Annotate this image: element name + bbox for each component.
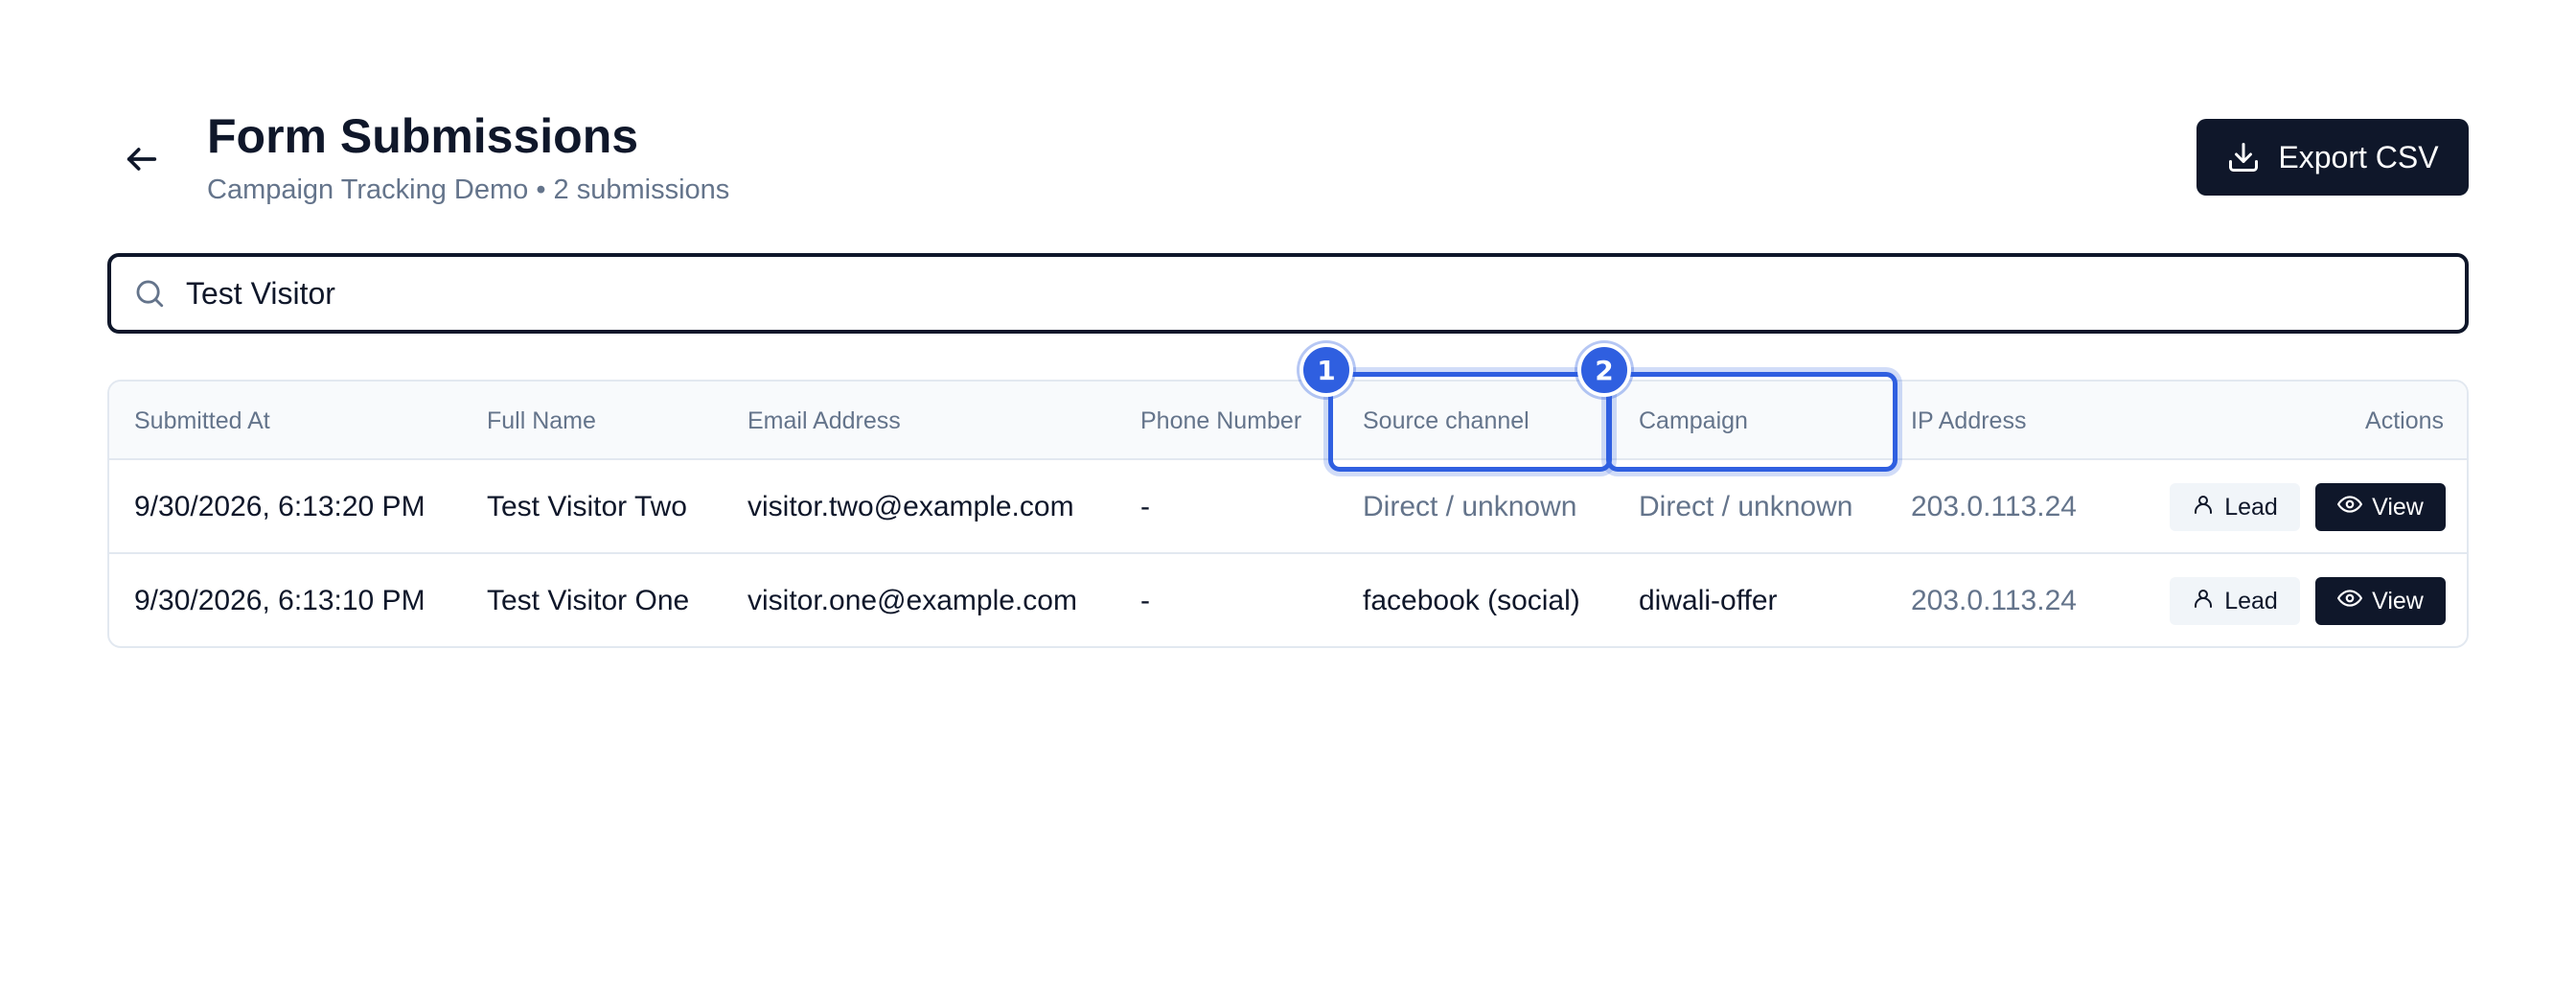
cell-ip-address: 203.0.113.24 — [1911, 585, 2077, 616]
form-submissions-page: Form Submissions Campaign Tracking Demo … — [0, 0, 2576, 997]
view-button-label: View — [2372, 493, 2424, 521]
cell-ip-address: 203.0.113.24 — [1911, 491, 2077, 522]
user-icon — [2192, 587, 2215, 616]
table-header: Submitted At Full Name Email Address Pho… — [109, 382, 2467, 460]
view-button[interactable]: View — [2315, 577, 2446, 625]
cell-submitted-at: 9/30/2026, 6:13:10 PM — [134, 585, 426, 616]
cell-submitted-at: 9/30/2026, 6:13:20 PM — [134, 491, 426, 522]
callout-badge-2: 2 — [1577, 343, 1631, 397]
submissions-table: Submitted At Full Name Email Address Pho… — [107, 380, 2469, 648]
back-button[interactable] — [115, 134, 169, 188]
column-header-submitted-at[interactable]: Submitted At — [134, 382, 270, 460]
eye-icon — [2337, 586, 2363, 617]
user-icon — [2192, 493, 2215, 522]
cell-full-name: Test Visitor Two — [487, 491, 687, 522]
view-button[interactable]: View — [2315, 483, 2446, 531]
eye-icon — [2337, 492, 2363, 523]
lead-button[interactable]: Lead — [2170, 577, 2300, 625]
download-icon — [2226, 140, 2261, 174]
cell-campaign: diwali-offer — [1639, 585, 1778, 616]
cell-source-channel: facebook (social) — [1363, 585, 1580, 616]
table-row: 9/30/2026, 6:13:20 PM Test Visitor Two v… — [109, 460, 2467, 554]
cell-full-name: Test Visitor One — [487, 585, 690, 616]
column-header-actions: Actions — [2365, 407, 2444, 434]
lead-button-label: Lead — [2224, 493, 2278, 521]
cell-campaign: Direct / unknown — [1639, 491, 1853, 522]
cell-email: visitor.two@example.com — [748, 491, 1074, 522]
source-channel-highlight — [1328, 372, 1612, 472]
cell-phone: - — [1140, 585, 1150, 616]
column-header-ip-address[interactable]: IP Address — [1911, 382, 2026, 460]
search-input[interactable] — [186, 265, 2390, 322]
column-header-full-name[interactable]: Full Name — [487, 382, 596, 460]
arrow-left-icon — [123, 140, 161, 183]
view-button-label: View — [2372, 587, 2424, 614]
callout-badge-1: 1 — [1300, 343, 1353, 397]
page-subtitle: Campaign Tracking Demo • 2 submissions — [207, 174, 730, 205]
page-title: Form Submissions — [207, 109, 639, 163]
table-row: 9/30/2026, 6:13:10 PM Test Visitor One v… — [109, 554, 2467, 646]
lead-button-label: Lead — [2224, 587, 2278, 614]
column-header-phone[interactable]: Phone Number — [1140, 382, 1301, 460]
export-csv-button[interactable]: Export CSV — [2196, 119, 2469, 196]
search-icon — [132, 276, 167, 311]
search-box[interactable] — [107, 253, 2469, 334]
export-csv-label: Export CSV — [2278, 139, 2439, 174]
campaign-highlight — [1606, 372, 1898, 472]
column-header-email[interactable]: Email Address — [748, 382, 901, 460]
cell-source-channel: Direct / unknown — [1363, 491, 1577, 522]
cell-phone: - — [1140, 491, 1150, 522]
cell-email: visitor.one@example.com — [748, 585, 1077, 616]
lead-button[interactable]: Lead — [2170, 483, 2300, 531]
